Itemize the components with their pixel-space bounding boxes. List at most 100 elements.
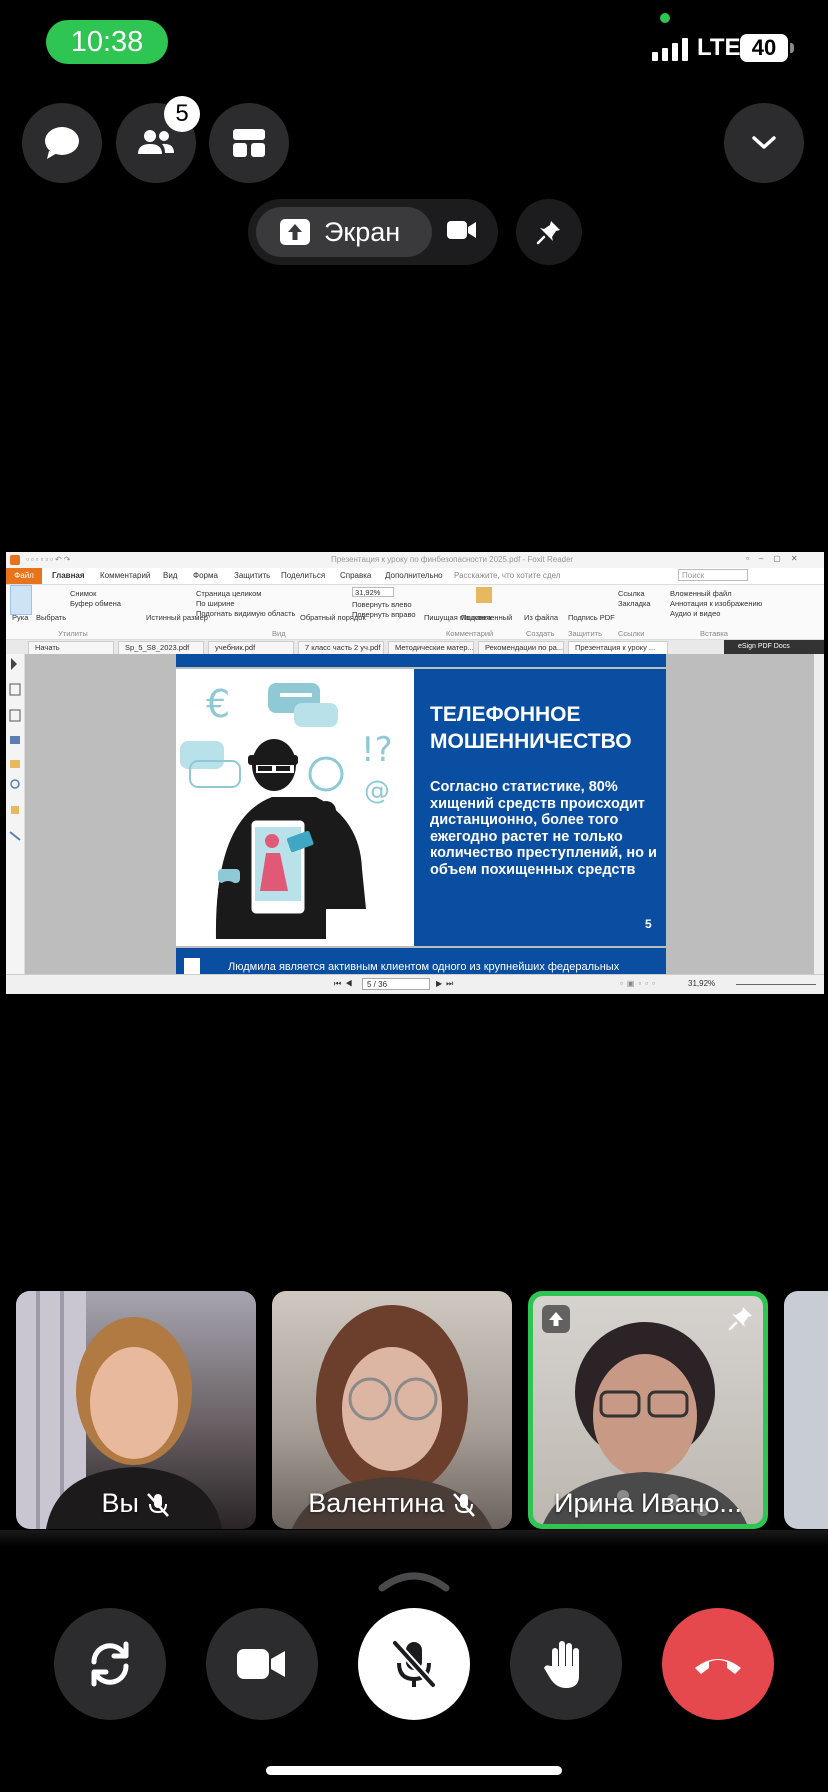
- page-nav-next-last-icons[interactable]: ▶⏭: [436, 979, 457, 989]
- shared-screen[interactable]: ▫▫▫▫▫▫↶↷ Презентация к уроку по финбезоп…: [6, 552, 824, 994]
- group-utilities: Утилиты: [58, 629, 88, 638]
- menu-protect[interactable]: Защитить: [234, 571, 270, 580]
- highlight-label[interactable]: Подсвеченный: [461, 613, 512, 622]
- rotate-left-label[interactable]: Повернуть влево: [352, 600, 412, 609]
- tell-me-hint[interactable]: Расскажите, что хотите сдел: [454, 571, 560, 580]
- pin-icon: [536, 221, 560, 245]
- side-panel-icons[interactable]: [6, 654, 24, 854]
- link-label[interactable]: Ссылка: [618, 589, 645, 598]
- participant-tile-irina[interactable]: Ирина Ивано...: [528, 1291, 768, 1529]
- battery-icon: 40: [740, 34, 788, 62]
- switch-camera-button[interactable]: [54, 1608, 166, 1720]
- camera-source-button[interactable]: [447, 219, 477, 246]
- foxit-titlebar: ▫▫▫▫▫▫↶↷ Презентация к уроку по финбезоп…: [6, 552, 824, 568]
- zoom-input[interactable]: 31,92%: [352, 587, 394, 597]
- time-pill[interactable]: 10:38: [46, 20, 168, 64]
- foxit-search-box[interactable]: Поиск: [678, 569, 748, 581]
- screen-share-label: Экран: [324, 216, 401, 247]
- mute-mic-button[interactable]: [358, 1608, 470, 1720]
- collapse-button[interactable]: [724, 103, 804, 183]
- slide-page: € !? @ ТЕЛЕФОННОЕ МОШЕННИЧЕСТВО Согласно…: [176, 669, 666, 946]
- from-file-label[interactable]: Из файла: [524, 613, 558, 622]
- chevron-down-icon: [752, 136, 776, 149]
- attached-file-label[interactable]: Вложенный файл: [670, 589, 732, 598]
- group-comment: Комментарий: [446, 629, 494, 638]
- fit-visible-label[interactable]: Подогнать видимую область: [196, 609, 295, 618]
- page-nav-first-prev-icons[interactable]: ⏮◀: [334, 979, 356, 989]
- next-slide-logo: [184, 958, 200, 974]
- bookmark-label[interactable]: Закладка: [618, 599, 651, 608]
- zoom-slider[interactable]: [736, 984, 816, 985]
- status-zoom: 31,92%: [688, 979, 716, 988]
- hand-tool-highlight[interactable]: [10, 585, 32, 615]
- switch-camera-icon: [91, 1641, 129, 1687]
- next-slide-preview: Людмила является активным клиентом одног…: [176, 948, 666, 974]
- tab-doc-5[interactable]: Рекомендации по ра...: [478, 641, 564, 654]
- vertical-scrollbar[interactable]: [814, 654, 824, 974]
- slide-number: 5: [645, 917, 652, 931]
- view-mode-icons[interactable]: ▫▣▫▫▫: [620, 979, 659, 988]
- participant-tile-self[interactable]: Вы: [16, 1291, 256, 1529]
- group-insert: Вставка: [700, 629, 728, 638]
- tab-doc-3[interactable]: 7 класс часть 2 уч.pdf: [298, 641, 384, 654]
- pin-button[interactable]: [516, 199, 582, 265]
- menu-home[interactable]: Главная: [52, 571, 85, 580]
- battery-level: 40: [751, 35, 777, 60]
- mic-off-icon: [452, 1493, 475, 1517]
- pin-icon: [728, 1307, 752, 1331]
- menu-extra[interactable]: Дополнительно: [385, 571, 443, 580]
- svg-text:!?: !?: [361, 730, 393, 770]
- sign-pdf-label[interactable]: Подпись PDF: [568, 613, 615, 622]
- next-slide-text: Людмила является активным клиентом одног…: [228, 961, 620, 973]
- fit-page-label[interactable]: Страница целиком: [196, 589, 261, 598]
- network-type: LTE: [697, 34, 741, 61]
- layout-button[interactable]: [209, 103, 289, 183]
- expand-controls-handle[interactable]: [376, 1568, 452, 1597]
- tab-doc-active[interactable]: Презентация к уроку ...: [568, 641, 668, 654]
- screen-share-button[interactable]: Экран: [256, 207, 432, 257]
- hand-tool-label[interactable]: Рука: [12, 613, 28, 622]
- image-annotation-label[interactable]: Аннотация к изображению: [670, 599, 762, 608]
- menu-share[interactable]: Поделиться: [281, 571, 325, 580]
- participants-icon: [138, 130, 174, 154]
- raise-hand-button[interactable]: [510, 1608, 622, 1720]
- hang-up-icon: [695, 1659, 741, 1674]
- participant-tile-valentina[interactable]: Валентина: [272, 1291, 512, 1529]
- rotate-right-label[interactable]: Повернуть вправо: [352, 610, 416, 619]
- audio-video-label[interactable]: Аудио и видео: [670, 609, 720, 618]
- participant-tile-next[interactable]: [784, 1291, 828, 1529]
- highlight-icon: [476, 587, 492, 603]
- menu-help[interactable]: Справка: [340, 571, 371, 580]
- tile-pin-button[interactable]: [728, 1305, 754, 1336]
- end-call-button[interactable]: [662, 1608, 774, 1720]
- signal-icon: [652, 38, 688, 61]
- tab-start[interactable]: Начать: [28, 641, 114, 654]
- mic-off-icon: [147, 1493, 170, 1517]
- page-number-input[interactable]: 5 / 36: [362, 978, 430, 990]
- raise-hand-icon: [544, 1641, 579, 1688]
- group-view: Вид: [272, 629, 286, 638]
- menu-form[interactable]: Форма: [193, 571, 218, 580]
- foxit-logo-icon: [10, 555, 20, 565]
- foxit-ribbon: Рука Выбрать Снимок Буфер обмена Истинны…: [6, 585, 824, 640]
- fraudster-illustration: € !? @: [180, 682, 393, 939]
- menu-view[interactable]: Вид: [163, 571, 177, 580]
- tab-doc-4[interactable]: Методические матер...: [388, 641, 474, 654]
- menu-comment[interactable]: Комментарий: [100, 571, 150, 580]
- fit-width-label[interactable]: По ширине: [196, 599, 235, 608]
- snapshot-label[interactable]: Снимок: [70, 589, 96, 598]
- slide-title: ТЕЛЕФОННОЕ МОШЕННИЧЕСТВО: [430, 703, 632, 753]
- chat-button[interactable]: [22, 103, 102, 183]
- window-controls[interactable]: ▫–▢✕: [746, 554, 808, 563]
- home-indicator[interactable]: [266, 1766, 562, 1775]
- tab-doc-2[interactable]: учебник.pdf: [208, 641, 294, 654]
- tab-doc-1[interactable]: Sp_5_S8_2023.pdf: [118, 641, 204, 654]
- select-tool-label[interactable]: Выбрать: [36, 613, 66, 622]
- menu-file[interactable]: Файл: [6, 568, 42, 584]
- tiles-divider: [0, 1530, 828, 1546]
- side-panel: [6, 654, 25, 974]
- camera-toggle-button[interactable]: [206, 1608, 318, 1720]
- svg-text:€: €: [206, 682, 230, 726]
- esign-banner[interactable]: eSign PDF Docs: [724, 640, 824, 654]
- clipboard-label[interactable]: Буфер обмена: [70, 599, 121, 608]
